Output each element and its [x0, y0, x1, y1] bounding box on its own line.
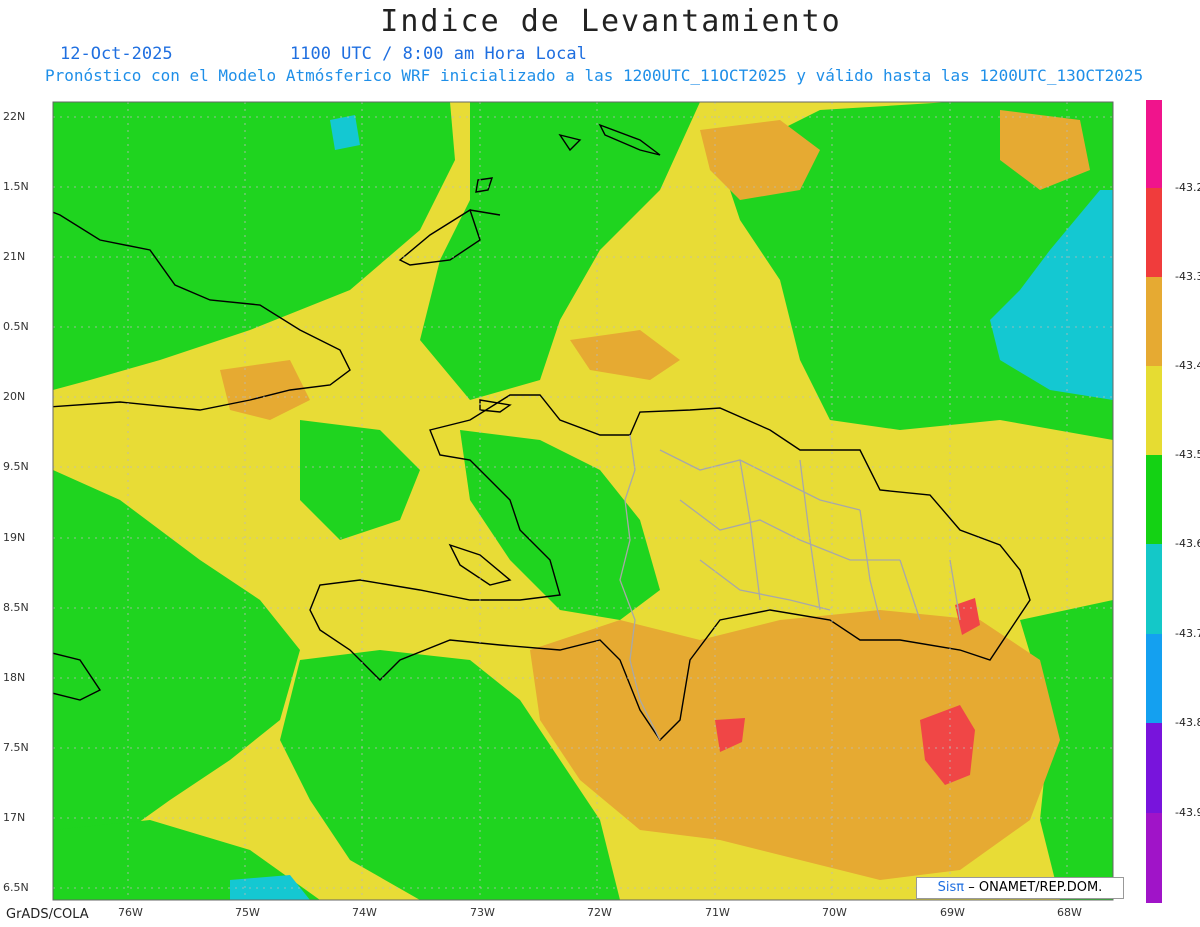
lat-label: 19N: [3, 531, 26, 544]
onamet-credit-text: – ONAMET/REP.DOM.: [968, 880, 1103, 895]
colorbar-swatch: [1146, 723, 1162, 813]
colorbar-swatch: [1146, 634, 1162, 723]
colorbar-swatch: [1146, 366, 1162, 455]
colorbar-swatch: [1146, 100, 1162, 188]
lat-label: 21N: [3, 250, 26, 263]
colorbar-swatch: [1146, 813, 1162, 903]
colorbar-swatch: [1146, 188, 1162, 277]
onamet-credit-box: Sisπ – ONAMET/REP.DOM.: [916, 877, 1124, 899]
colorbar-label: -43.3: [1175, 270, 1200, 283]
colorbar-swatch: [1146, 277, 1162, 366]
field-cyan-nw: [330, 115, 360, 150]
colorbar-label: -43.5: [1175, 448, 1200, 461]
lat-label: 17N: [3, 811, 26, 824]
colorbar-label: -43.8: [1175, 716, 1200, 729]
colorbar-label: -43.2: [1175, 181, 1200, 194]
lon-label: 69W: [940, 906, 965, 919]
lon-label: 72W: [587, 906, 612, 919]
colorbar-swatch: [1146, 544, 1162, 634]
forecast-time: 1100 UTC / 8:00 am Hora Local: [290, 44, 587, 64]
grads-credit: GrADS/COLA: [6, 907, 89, 922]
lon-label: 74W: [352, 906, 377, 919]
lon-label: 76W: [118, 906, 143, 919]
lat-label: 22N: [3, 110, 26, 123]
colorbar-label: -43.6: [1175, 537, 1200, 550]
lat-label: 18N: [3, 671, 26, 684]
colorbar-label: -43.4: [1175, 359, 1200, 372]
lon-label: 73W: [470, 906, 495, 919]
colorbar-label: -43.9: [1175, 806, 1200, 819]
sispi-logo: Sisπ: [937, 880, 965, 895]
lifted-index-field: [53, 102, 1113, 900]
lat-label: 20N: [3, 390, 26, 403]
lat-label: 8.5N: [3, 601, 29, 614]
lat-label: 9.5N: [3, 460, 29, 473]
colorbar-swatch: [1146, 455, 1162, 544]
lon-label: 75W: [235, 906, 260, 919]
lat-label: 0.5N: [3, 320, 29, 333]
map-title: Indice de Levantamiento: [380, 4, 842, 39]
lon-label: 68W: [1057, 906, 1082, 919]
forecast-date: 12-Oct-2025: [60, 44, 173, 64]
lifted-index-map: [52, 101, 1114, 901]
lat-label: 6.5N: [3, 881, 29, 894]
lat-label: 1.5N: [3, 180, 29, 193]
model-subtitle: Pronóstico con el Modelo Atmósferico WRF…: [45, 66, 1144, 85]
colorbar-label: -43.7: [1175, 627, 1200, 640]
lat-label: 7.5N: [3, 741, 29, 754]
lon-label: 70W: [822, 906, 847, 919]
lon-label: 71W: [705, 906, 730, 919]
